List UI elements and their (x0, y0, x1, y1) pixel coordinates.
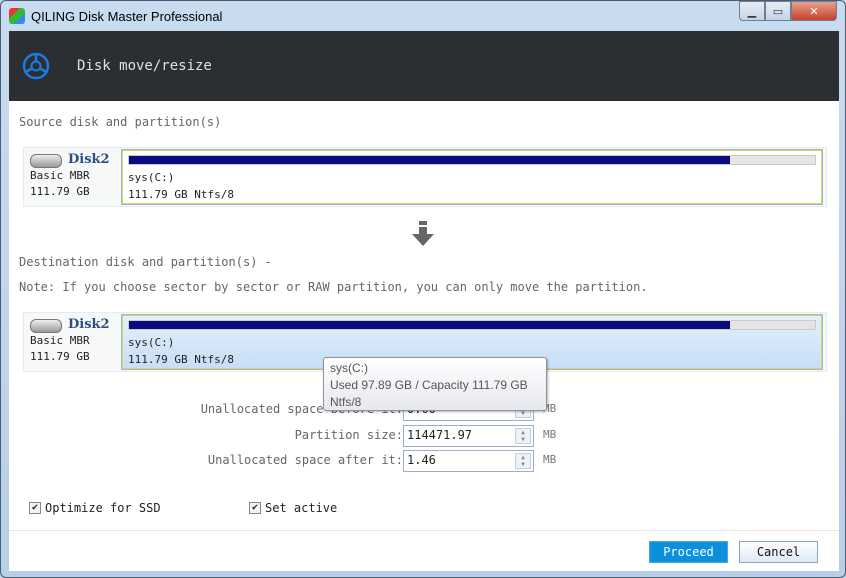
partition-name: sys(C:) (128, 336, 175, 349)
optimize-ssd-checkbox[interactable]: ✔ Optimize for SSD (29, 501, 161, 515)
tooltip-line: Used 97.89 GB / Capacity 111.79 GB (330, 378, 528, 392)
partition-name: sys(C:) (128, 171, 175, 184)
unit-label: MB (543, 428, 557, 441)
field-label: Unallocated space after it: (207, 453, 403, 467)
field-label: Partition size: (294, 428, 403, 442)
dialog-header: Disk move/resize (9, 31, 839, 101)
disk-name: Disk2 (68, 317, 110, 332)
partition-size-input[interactable]: 114471.97 ▲ ▼ (403, 425, 534, 447)
dialog-title: Disk move/resize (77, 58, 212, 74)
destination-note: Note: If you choose sector by sector or … (19, 280, 648, 294)
checkbox-label: Optimize for SSD (45, 501, 161, 515)
arrow-down-icon (412, 221, 434, 246)
spinner[interactable]: ▲▼ (515, 428, 531, 444)
title-bar: QILING Disk Master Professional (9, 5, 222, 27)
app-logo-icon (9, 8, 25, 24)
partition-tooltip: sys(C:) Used 97.89 GB / Capacity 111.79 … (323, 357, 547, 411)
usage-bar (128, 320, 816, 330)
destination-label: Destination disk and partition(s) - (19, 255, 272, 269)
set-active-checkbox[interactable]: ✔ Set active (249, 501, 337, 515)
disk-name: Disk2 (68, 152, 110, 167)
tooltip-line: Ntfs/8 (330, 395, 362, 409)
maximize-button[interactable]: ▭ (765, 1, 791, 21)
source-label: Source disk and partition(s) (19, 115, 222, 129)
unit-label: MB (543, 453, 557, 466)
hard-disk-icon (30, 319, 62, 333)
proceed-button[interactable]: Proceed (649, 541, 728, 563)
field-value: 1.46 (407, 453, 436, 467)
disk-type: Basic MBR (30, 334, 90, 347)
disk-type: Basic MBR (30, 169, 90, 182)
unallocated-after-input[interactable]: 1.46 ▲ ▼ (403, 450, 534, 472)
disk-size: 111.79 GB (30, 350, 90, 363)
unallocated-after-row: Unallocated space after it: 1.46 ▲ ▼ MB (9, 450, 569, 472)
window-title: QILING Disk Master Professional (31, 8, 223, 24)
field-value: 114471.97 (407, 428, 473, 442)
app-window: QILING Disk Master Professional ▁ ▭ ✕ Di… (0, 0, 846, 578)
disk-size: 111.79 GB (30, 185, 90, 198)
tooltip-line: sys(C:) (330, 361, 368, 375)
spinner[interactable]: ▲▼ (515, 453, 531, 469)
checkbox-icon[interactable]: ✔ (29, 502, 41, 514)
source-partition[interactable]: sys(C:) 111.79 GB Ntfs/8 (121, 149, 823, 205)
partition-size-row: Partition size: 114471.97 ▲ ▼ MB (9, 425, 569, 447)
source-disk-row: Disk2 Basic MBR 111.79 GB sys(C:) 111.79… (23, 147, 827, 207)
partition-detail: 111.79 GB Ntfs/8 (128, 188, 234, 201)
minimize-button[interactable]: ▁ (739, 1, 765, 21)
checkbox-icon[interactable]: ✔ (249, 502, 261, 514)
dialog-body: Source disk and partition(s) Disk2 Basic… (9, 101, 839, 571)
usage-bar (128, 155, 816, 165)
close-button[interactable]: ✕ (791, 1, 837, 21)
hard-disk-icon (30, 154, 62, 168)
disk-move-resize-icon (22, 52, 50, 80)
divider (9, 530, 839, 531)
cancel-button[interactable]: Cancel (739, 541, 818, 563)
checkbox-label: Set active (265, 501, 338, 515)
